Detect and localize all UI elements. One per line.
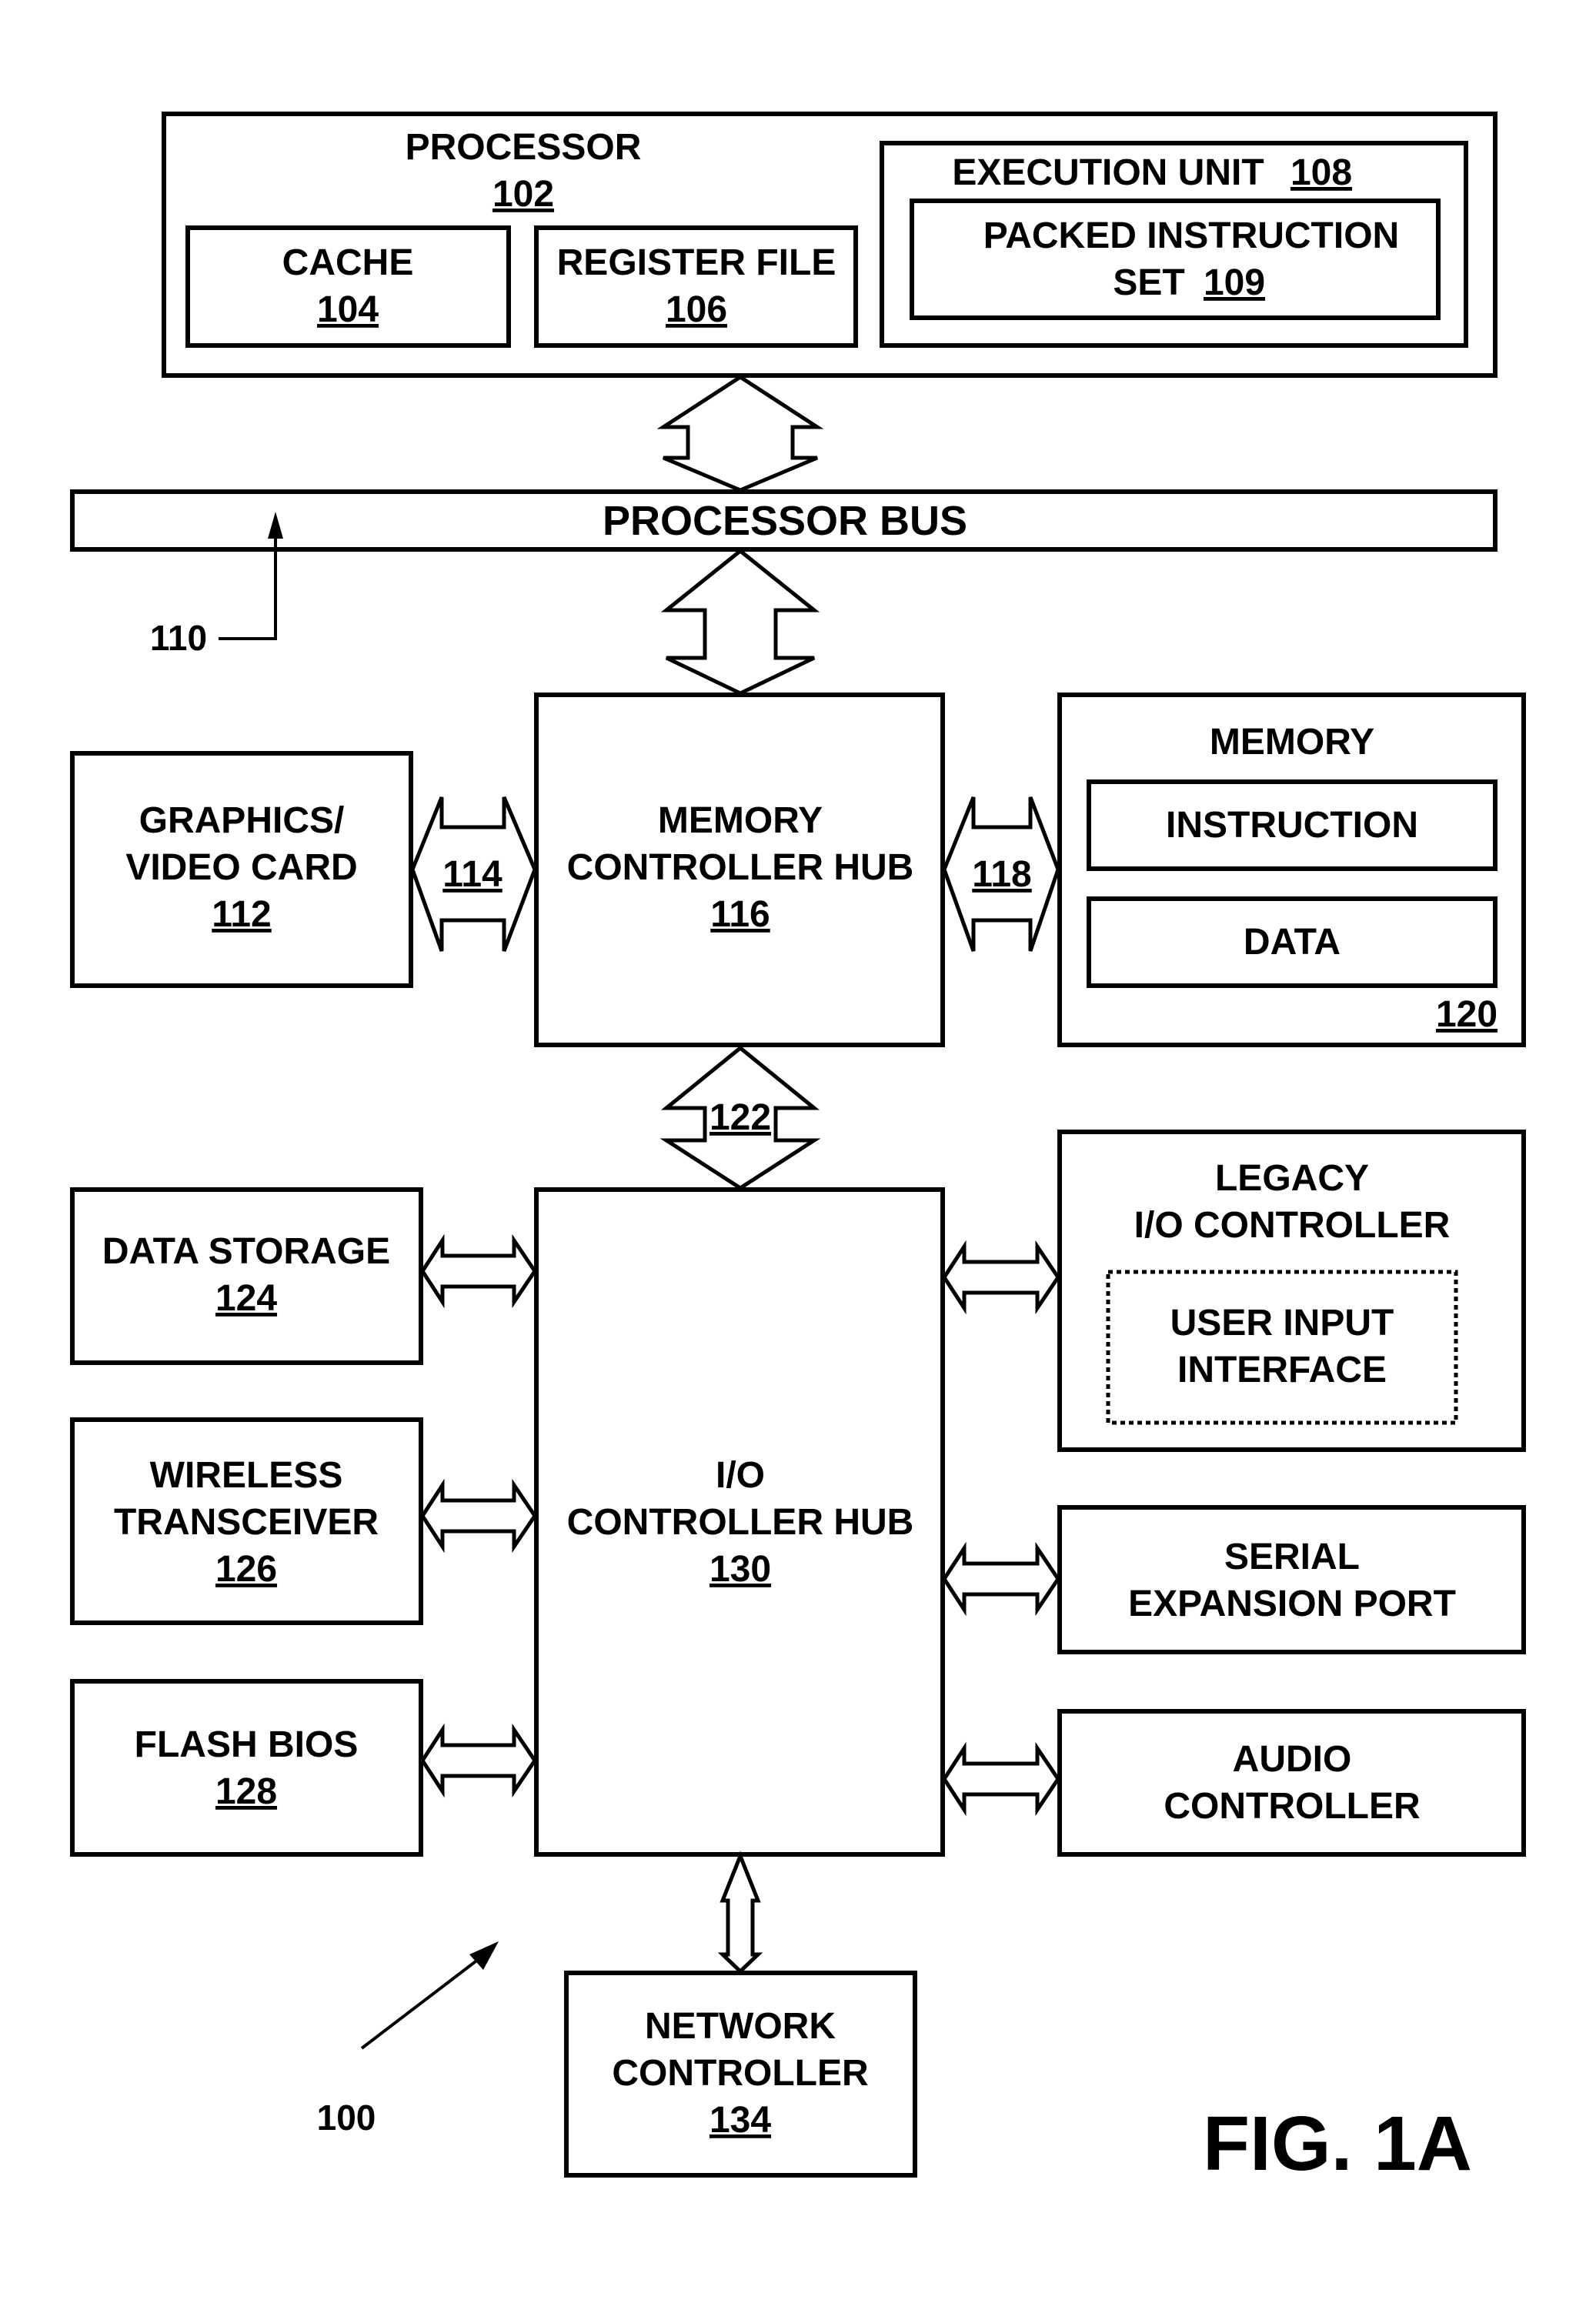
data-storage-block: DATA STORAGE 124 bbox=[70, 1187, 423, 1365]
figure-title: FIG. 1A bbox=[1203, 2101, 1472, 2187]
serial-label-line1: SERIAL bbox=[1224, 1537, 1360, 1577]
ich-label-line2: CONTROLLER HUB bbox=[567, 1502, 914, 1543]
packed-instruction-label-line2: SET bbox=[1113, 262, 1184, 303]
graphics-label-line2: VIDEO CARD bbox=[125, 847, 357, 888]
flash-bios-label: FLASH BIOS bbox=[135, 1724, 359, 1765]
graphics-link-ref: 114 bbox=[442, 854, 503, 895]
flash-bios-arrow bbox=[420, 1723, 538, 1798]
system-pointer-line bbox=[360, 1953, 486, 2050]
processor-bus: PROCESSOR BUS bbox=[70, 489, 1498, 552]
network-label-line2: CONTROLLER bbox=[612, 2053, 868, 2094]
arrowhead-icon bbox=[469, 1941, 499, 1970]
memory-ref: 120 bbox=[1436, 994, 1498, 1035]
processor-label: PROCESSOR bbox=[406, 127, 642, 168]
graphics-label-line1: GRAPHICS/ bbox=[139, 800, 345, 841]
hub-link-ref: 122 bbox=[710, 1097, 771, 1138]
packed-instruction-label-line1: PACKED INSTRUCTION bbox=[983, 215, 1399, 256]
memory-link-ref: 118 bbox=[972, 854, 1031, 895]
execution-unit-label: EXECUTION UNIT bbox=[952, 152, 1264, 193]
processor-block: PROCESSOR 102 CACHE 104 REGISTER FILE 10… bbox=[162, 112, 1498, 378]
execution-unit-ref: 108 bbox=[1290, 152, 1352, 193]
packed-instruction-ref: 109 bbox=[1204, 262, 1265, 303]
audio-label-line2: CONTROLLER bbox=[1164, 1786, 1420, 1827]
mch-ref: 116 bbox=[710, 894, 770, 935]
memory-controller-hub-block: MEMORY CONTROLLER HUB 116 bbox=[534, 693, 945, 1047]
legacy-io-controller-block: LEGACY I/O CONTROLLER USER INPUT INTERFA… bbox=[1057, 1130, 1526, 1452]
wireless-arrow bbox=[420, 1478, 538, 1554]
processor-bus-ref: 110 bbox=[150, 618, 207, 658]
graphics-ref: 112 bbox=[212, 894, 271, 935]
data-storage-arrow bbox=[420, 1233, 538, 1309]
ich-label-line1: I/O bbox=[716, 1455, 765, 1496]
cache-label: CACHE bbox=[282, 242, 414, 283]
legacy-io-arrow bbox=[942, 1240, 1061, 1315]
serial-arrow bbox=[942, 1541, 1061, 1617]
user-input-interface-box bbox=[1106, 1270, 1458, 1425]
memory-label: MEMORY bbox=[1210, 722, 1374, 763]
graphics-card-block: GRAPHICS/ VIDEO CARD 112 bbox=[70, 751, 413, 988]
wireless-ref: 126 bbox=[215, 1549, 277, 1590]
block-diagram: PROCESSOR 102 CACHE 104 REGISTER FILE 10… bbox=[70, 112, 1526, 2187]
ich-ref: 130 bbox=[710, 1549, 771, 1590]
serial-expansion-port-block: SERIAL EXPANSION PORT bbox=[1057, 1505, 1526, 1654]
audio-controller-block: AUDIO CONTROLLER bbox=[1057, 1709, 1526, 1857]
flash-bios-box bbox=[70, 1679, 423, 1857]
instruction-label: INSTRUCTION bbox=[1166, 805, 1418, 846]
system-reference-pointer: 100 bbox=[317, 1941, 499, 2138]
processor-ref: 102 bbox=[492, 174, 554, 215]
wireless-label-line1: WIRELESS bbox=[150, 1455, 343, 1496]
cache-ref: 104 bbox=[317, 289, 379, 330]
mch-label-line1: MEMORY bbox=[658, 800, 823, 841]
wireless-transceiver-block: WIRELESS TRANSCEIVER 126 bbox=[70, 1417, 423, 1625]
memory-block: MEMORY INSTRUCTION DATA 120 bbox=[1057, 693, 1526, 1047]
audio-controller-box bbox=[1057, 1709, 1526, 1857]
bus-mch-arrow bbox=[660, 548, 820, 696]
mch-label-line2: CONTROLLER HUB bbox=[567, 847, 914, 888]
data-label: DATA bbox=[1244, 922, 1341, 963]
data-storage-ref: 124 bbox=[215, 1278, 277, 1319]
audio-arrow bbox=[942, 1741, 1061, 1817]
network-ref: 134 bbox=[710, 2100, 771, 2141]
system-ref: 100 bbox=[317, 2098, 376, 2138]
legacy-label-line1: LEGACY bbox=[1215, 1158, 1369, 1199]
data-storage-label: DATA STORAGE bbox=[102, 1231, 390, 1272]
processor-bus-arrow bbox=[656, 375, 824, 492]
user-input-label-line1: USER INPUT bbox=[1170, 1303, 1394, 1343]
serial-label-line2: EXPANSION PORT bbox=[1128, 1584, 1456, 1624]
legacy-label-line2: I/O CONTROLLER bbox=[1134, 1205, 1451, 1246]
io-controller-hub-block: I/O CONTROLLER HUB 130 bbox=[534, 1187, 945, 1857]
flash-bios-ref: 128 bbox=[215, 1771, 277, 1812]
user-input-label-line2: INTERFACE bbox=[1177, 1350, 1387, 1390]
serial-expansion-port-box bbox=[1057, 1505, 1526, 1654]
data-storage-box bbox=[70, 1187, 423, 1365]
wireless-label-line2: TRANSCEIVER bbox=[114, 1502, 379, 1543]
processor-bus-label: PROCESSOR BUS bbox=[603, 498, 967, 544]
network-controller-block: NETWORK CONTROLLER 134 bbox=[564, 1971, 917, 2178]
audio-label-line1: AUDIO bbox=[1233, 1739, 1352, 1780]
network-arrow bbox=[717, 1851, 763, 1974]
register-file-label: REGISTER FILE bbox=[557, 242, 836, 283]
flash-bios-block: FLASH BIOS 128 bbox=[70, 1679, 423, 1857]
register-file-ref: 106 bbox=[666, 289, 727, 330]
network-label-line1: NETWORK bbox=[645, 2006, 836, 2047]
